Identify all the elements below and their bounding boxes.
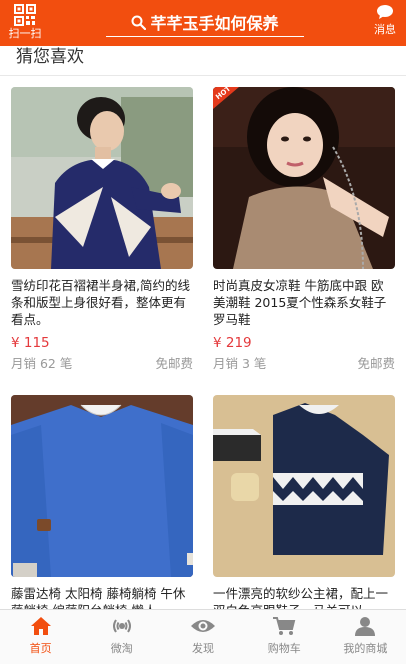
tab-cart[interactable]: 购物车 [244,610,325,664]
product-price: ¥ 115 [11,335,50,351]
section-title: 猜您喜欢 [16,47,84,67]
qr-code-icon [14,4,36,26]
product-image[interactable] [11,87,193,269]
shipping-label: 免邮费 [155,356,193,371]
tab-my-mall[interactable]: 我的商城 [325,610,406,664]
product-sales: 月销 3 笔 [213,356,267,371]
tab-discover[interactable]: 发现 [162,610,243,664]
product-price: ¥ 219 [213,335,252,351]
top-header-bar: 扫一扫 芊芊玉手如何保养 消息 [0,0,406,46]
scan-button[interactable]: 扫一扫 [4,2,46,44]
divider [0,75,406,76]
broadcast-icon [112,619,131,633]
tab-label: 发现 [192,642,214,655]
product-title[interactable]: 雪纺印花百褶裙半身裙,简约的线条和版型上身很好看，整体更有看点。 [11,277,193,328]
tab-label: 我的商城 [343,642,388,655]
shipping-label: 免邮费 [357,356,395,371]
message-label: 消息 [374,23,396,36]
product-sales: 月销 62 笔 [11,356,73,371]
product-card[interactable]: 雪纺印花百褶裙半身裙,简约的线条和版型上身很好看，整体更有看点。 ¥ 115 月… [11,87,193,372]
tab-home[interactable]: 首页 [0,610,81,664]
tab-weitao[interactable]: 微淘 [81,610,162,664]
search-bar[interactable]: 芊芊玉手如何保养 [106,8,304,37]
product-card[interactable]: HOT 时尚真皮女凉鞋 牛筋底中跟 欧美潮鞋 2015夏个性森系女鞋子罗马鞋 ¥… [213,87,395,372]
product-title[interactable]: 时尚真皮女凉鞋 牛筋底中跟 欧美潮鞋 2015夏个性森系女鞋子罗马鞋 [213,277,395,328]
cart-icon [273,617,296,635]
home-icon [30,617,51,635]
product-image[interactable] [11,395,193,577]
message-button[interactable]: 消息 [367,4,403,44]
chat-bubble-icon [377,5,393,19]
scan-label: 扫一扫 [8,27,42,40]
search-icon [131,15,147,30]
bottom-tab-bar: 首页 微淘 发现 购物车 我的商城 [0,609,406,664]
tab-label: 首页 [29,642,52,655]
user-icon [355,617,376,636]
product-image[interactable]: HOT [213,87,395,269]
product-image[interactable] [213,395,395,577]
tab-label: 购物车 [267,642,301,655]
product-card[interactable]: 一件漂亮的软纱公主裙，配上一双白色高跟鞋子，马关可以 [213,395,395,636]
eye-icon [191,620,215,632]
search-keyword: 芊芊玉手如何保养 [150,14,279,33]
tab-label: 微淘 [110,642,133,655]
product-card[interactable]: 藤雷达椅 太阳椅 藤椅躺椅 午休藤躺椅 编藤阳台躺椅 懒人 [11,395,193,636]
